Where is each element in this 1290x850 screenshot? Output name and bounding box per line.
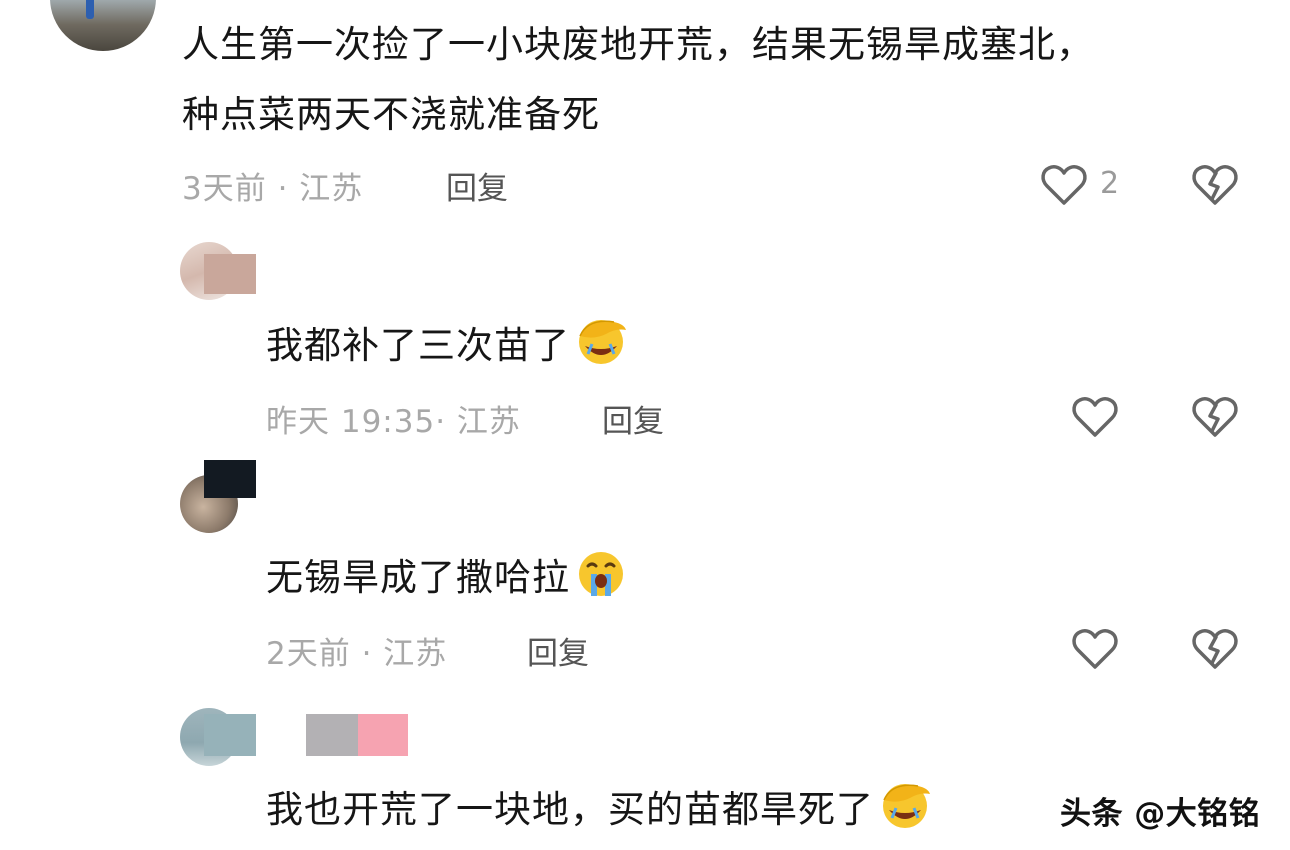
dislike-button[interactable] [1191,394,1239,442]
comment-meta: 3天前 · 江苏 [182,171,364,207]
reply-text-content: 无锡旱成了撒哈拉 [266,556,570,599]
reply-text: 我也开荒了一块地，买的苗都旱死了 [266,780,934,846]
reply-text: 无锡旱成了撒哈拉 [266,548,630,614]
reply-text-content: 我也开荒了一块地，买的苗都旱死了 [266,788,874,831]
like-button[interactable] [1071,626,1119,674]
username-redacted-block [306,714,358,756]
username-redacted-block [204,460,256,498]
reply-button[interactable]: 回复 [602,396,664,441]
reply-text: 我都补了三次苗了 [266,316,630,382]
loudly-crying-emoji [572,548,630,614]
facepalm-crying-emoji [572,316,630,382]
heart-outline-icon [1071,397,1119,444]
username-redacted-block [204,714,256,756]
username-redacted-block [358,714,408,756]
like-count: 2 [1100,166,1120,201]
facepalm-crying-emoji [876,780,934,846]
broken-heart-icon [1191,397,1239,444]
username-redacted-block [204,254,256,294]
reply-meta: 昨天 19:35· 江苏 [266,404,521,440]
avatar[interactable] [50,0,156,51]
dislike-button[interactable] [1191,626,1239,674]
reply-text-content: 我都补了三次苗了 [266,324,570,367]
comment-text: 人生第一次捡了一小块废地开荒，结果无锡旱成塞北， 种点菜两天不浇就准备死 [182,17,1262,143]
comment-text-line: 种点菜两天不浇就准备死 [182,93,600,136]
broken-heart-icon [1191,165,1239,212]
heart-outline-icon [1040,162,1088,212]
comment-text-line: 人生第一次捡了一小块废地开荒，结果无锡旱成塞北， [182,23,1094,66]
like-button[interactable] [1071,394,1119,442]
dislike-button[interactable] [1191,162,1239,210]
reply-button[interactable]: 回复 [446,163,508,208]
reply-meta: 2天前 · 江苏 [266,636,448,672]
watermark: 头条 @大铭铭 [1060,796,1261,832]
like-button[interactable]: 2 [1040,162,1130,210]
broken-heart-icon [1191,629,1239,676]
heart-outline-icon [1071,629,1119,676]
reply-button[interactable]: 回复 [527,628,589,673]
